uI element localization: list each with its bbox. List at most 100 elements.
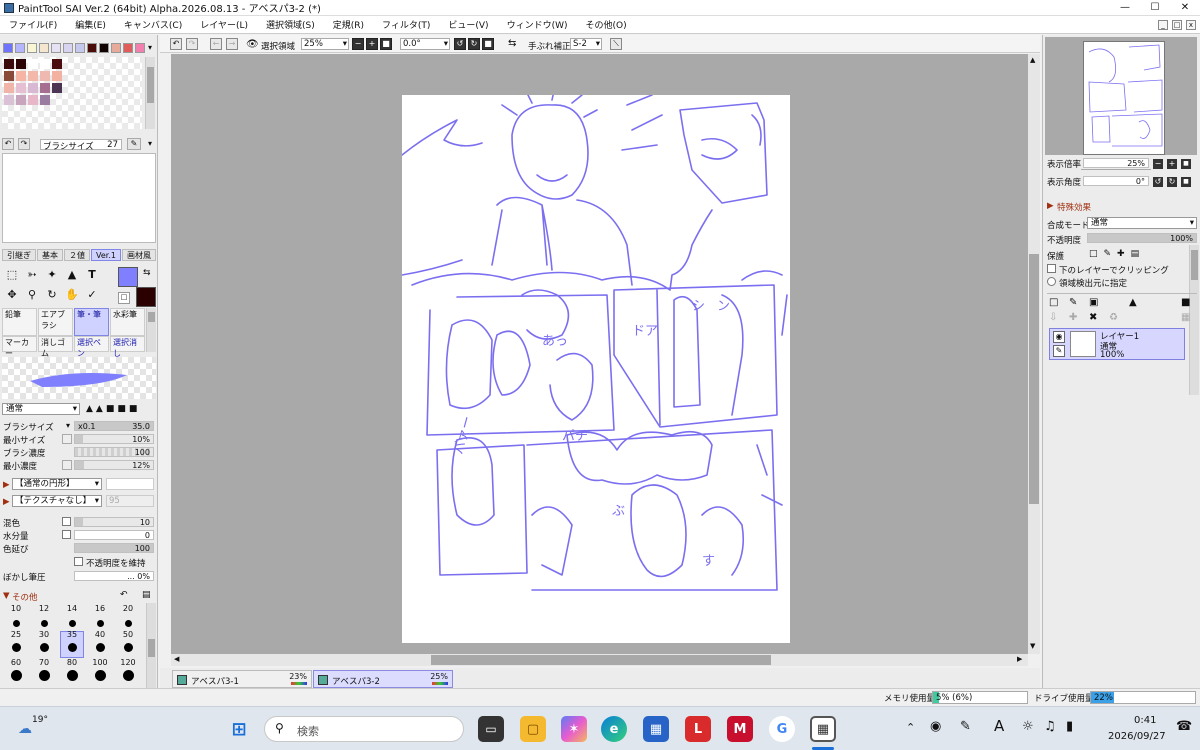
water-checkbox[interactable] [62,530,71,539]
palette-color-swatch[interactable] [15,43,25,53]
size-grid-scrollbar[interactable] [146,603,156,688]
save-icon[interactable]: ▤ [142,590,151,600]
layer-row[interactable]: ◉ ✎ レイヤー1 通常 100% [1049,328,1185,360]
size-dot[interactable] [68,619,76,627]
deselect-button[interactable]: ← [210,38,222,50]
scroll-down-icon[interactable]: ▼ [1030,642,1035,650]
palette-color-swatch[interactable] [27,43,37,53]
brush-size-dropdown-icon[interactable]: ▾ [66,421,70,430]
invert-select-button[interactable]: → [226,38,238,50]
menu-filter[interactable]: フィルタ(T) [373,18,439,31]
redo-button[interactable]: ↷ [186,38,198,50]
grid-color-swatch[interactable] [28,59,38,69]
grid-color-swatch[interactable] [52,59,62,69]
layer-blend-select[interactable]: 通常 ▾ [1087,217,1197,229]
expand-other-icon[interactable]: ▼ [3,591,10,601]
nav-rotate-left-button[interactable]: ↺ [1153,177,1163,187]
min-density-slider[interactable]: 12% [74,460,154,470]
grid-color-swatch[interactable] [40,95,50,105]
rect-select-icon[interactable]: ⬚ [4,267,20,283]
brush-shape-strength[interactable] [106,478,154,490]
size-dot[interactable] [38,669,50,681]
size-dot[interactable] [123,642,133,652]
maximize-button[interactable]: ☐ [1140,0,1170,16]
rotate-right-button[interactable]: ↻ [468,38,480,50]
brush-texture-strength[interactable]: 95 [106,495,154,507]
size-dot[interactable] [124,619,132,627]
main-color-swatch[interactable] [118,267,138,287]
keep-opacity-checkbox[interactable] [74,557,83,566]
doc-tab-2[interactable]: アベスパ3-2 25% [313,670,453,688]
notification-app-icon[interactable]: ◉ [930,719,941,734]
grid-color-swatch[interactable] [4,71,14,81]
ime-indicator[interactable]: A [994,717,1004,735]
merge-down-icon[interactable]: ✚ [1069,312,1077,323]
min-size-slider[interactable]: 10% [74,434,154,444]
grid-color-swatch[interactable] [16,59,26,69]
edge-icon[interactable]: e [601,716,627,742]
size-dot[interactable] [122,669,134,681]
scroll-right-icon[interactable]: ▶ [1017,655,1022,663]
palette-color-swatch[interactable] [99,43,109,53]
navigator-preview[interactable] [1045,37,1197,155]
size-dot[interactable] [39,642,49,652]
expand-texture-icon[interactable]: ▶ [3,497,10,507]
swap-colors-icon[interactable]: ⇆ [143,268,151,278]
new-pen-layer-icon[interactable]: ✎ [1069,297,1077,308]
zoom-reset-button[interactable]: ■ [380,38,392,50]
painttool-sai-icon[interactable]: ▦ [810,716,836,742]
grid-color-swatch[interactable] [52,83,62,93]
zoom-select[interactable]: 25% ▾ [301,38,349,50]
blur-pressure-slider[interactable]: ... 0% [74,571,154,581]
size-dot[interactable] [12,619,20,627]
grid-color-swatch[interactable] [28,95,38,105]
magic-wand-icon[interactable]: ✦ [44,267,60,283]
layer-settings-icon[interactable]: ■ [1181,297,1190,308]
source-radio[interactable] [1047,277,1056,286]
pen-icon[interactable]: ✎ [1053,345,1065,357]
brush-size-grid[interactable]: 10 12 14 16 20 25 30 35 40 50 60 70 80 100 120 [2,603,144,688]
palette-color-swatch[interactable] [111,43,121,53]
palette-color-swatch[interactable] [63,43,73,53]
menu-canvas[interactable]: キャンバス(C) [115,18,191,31]
grid-color-swatch[interactable] [28,71,38,81]
stabilizer-select[interactable]: S-2 ▾ [570,38,602,50]
grid-color-swatch[interactable] [40,59,50,69]
sub-color-swatch[interactable] [136,287,156,307]
clock-date[interactable]: 2026/09/27 [1108,731,1166,742]
size-dot[interactable] [96,619,104,627]
palette-dropdown-icon[interactable]: ▾ [148,43,152,52]
expand-effects-icon[interactable]: ▶ [1047,201,1054,211]
palette-color-swatch[interactable] [3,43,13,53]
canvas-vertical-scrollbar[interactable]: ▲ ▼ [1028,54,1040,654]
battery-icon[interactable]: ▮ [1066,719,1073,734]
eye-icon[interactable]: ◉ [1053,331,1065,343]
layer-opacity-slider[interactable]: 100% [1087,233,1197,243]
canvas-hscroll-thumb[interactable] [431,655,771,665]
size-dot[interactable] [11,642,21,652]
transfer-down-icon[interactable]: ⇩ [1049,312,1057,323]
size-dot[interactable] [40,619,48,627]
text-tool-icon[interactable]: T [84,267,100,283]
grid-color-swatch[interactable] [28,83,38,93]
layer-options-icon[interactable]: ▦ [1181,312,1190,323]
palette-color-swatch[interactable] [75,43,85,53]
canvas-paper[interactable]: ドア バァー パチ あっ ぶ す シ ン [401,90,790,643]
mcafee-icon[interactable]: M [727,716,753,742]
swatch-grid[interactable] [2,57,142,129]
chevron-up-icon[interactable]: ⌃ [906,721,915,734]
transparent-color-icon[interactable]: □ [118,292,130,304]
menu-selection[interactable]: 選択領域(S) [257,18,324,31]
menu-ruler[interactable]: 定規(R) [324,18,373,31]
zoom-icon[interactable]: ⚲ [24,287,40,303]
menu-window[interactable]: ウィンドウ(W) [498,18,577,31]
palette-color-swatch[interactable] [135,43,145,53]
move-icon[interactable]: ✥ [4,287,20,303]
grid-color-swatch[interactable] [4,83,14,93]
expand-shape-icon[interactable]: ▶ [3,480,10,490]
menu-other[interactable]: その他(O) [577,18,636,31]
zoom-out-button[interactable]: − [352,38,364,50]
brush-watercolor[interactable]: 水彩筆 [110,308,145,336]
canvas-vscroll-thumb[interactable] [1029,254,1039,504]
doc-tab-1[interactable]: アベスパ3-1 23% [172,670,312,688]
